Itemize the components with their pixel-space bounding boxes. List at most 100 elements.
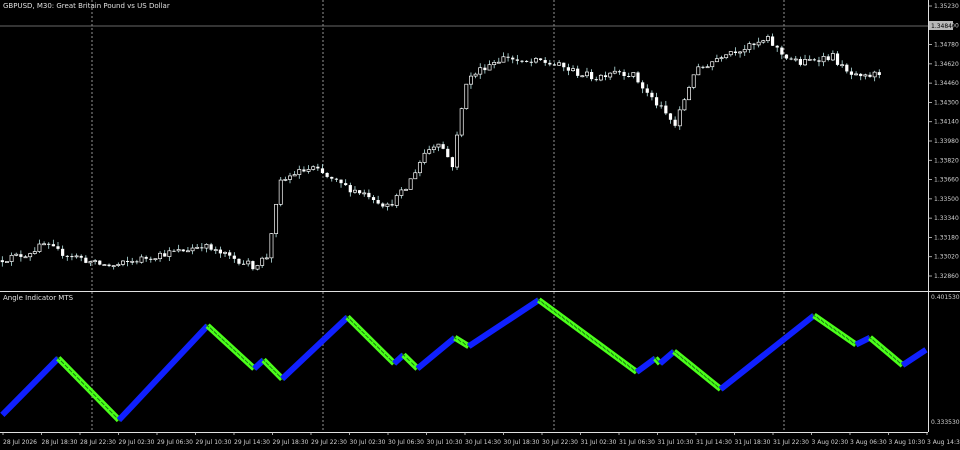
candle-body-up (738, 51, 743, 54)
candle-body-down (664, 105, 668, 114)
time-axis-label: 3 Aug 14:30 (927, 439, 960, 446)
candle-body-down (19, 254, 23, 257)
candle-body-down (645, 88, 649, 93)
price-axis-label: 1.35230 (934, 3, 959, 10)
candle-body-down (627, 76, 631, 78)
candle-body-down (339, 179, 343, 184)
candle-body-up (719, 57, 724, 60)
time-axis-label: 31 Jul 06:30 (619, 439, 655, 446)
time-axis-label: 29 Jul 10:30 (196, 439, 232, 446)
candle-body-down (325, 173, 329, 177)
candle-body-up (487, 64, 492, 71)
candle-body-down (622, 71, 626, 77)
candle-body-down (817, 60, 821, 62)
candle-body-down (320, 168, 325, 174)
candle-body-up (455, 134, 459, 168)
time-axis-label: 31 Jul 18:30 (735, 439, 771, 446)
candle-body-down (835, 53, 840, 65)
candle-body-up (88, 261, 93, 264)
candle-body-down (79, 255, 83, 258)
candle-body-down (316, 166, 320, 169)
candle-body-down (733, 51, 738, 54)
candle-body-down (0, 260, 4, 263)
time-axis-label: 31 Jul 10:30 (658, 439, 694, 446)
candle-body-up (246, 260, 251, 265)
time-axis-label: 30 Jul 14:30 (465, 439, 501, 446)
candle-body-down (548, 62, 552, 65)
candle-body-up (682, 99, 687, 111)
candle-body-up (404, 189, 408, 191)
candle-body-down (358, 190, 362, 194)
candle-body-down (483, 67, 487, 71)
candle-body-up (571, 68, 575, 72)
candle-body-up (427, 149, 432, 154)
candle-body-down (650, 92, 654, 98)
candle-body-up (195, 246, 200, 249)
candle-body-down (237, 258, 241, 264)
candle-body-up (464, 83, 469, 109)
candle-body-down (65, 255, 69, 257)
price-axis-label: 1.33660 (934, 177, 959, 184)
candle-body-up (747, 43, 752, 50)
candle-body-up (353, 189, 357, 193)
time-axis-label: 30 Jul 18:30 (504, 439, 540, 446)
candle-body-down (149, 258, 153, 260)
candle-body-up (728, 51, 733, 56)
candle-body-down (668, 113, 673, 120)
candle-body-up (288, 175, 292, 180)
candle-body-down (302, 169, 306, 172)
price-axis-label: 1.33820 (934, 157, 959, 164)
candle-body-down (845, 64, 849, 72)
candle-body-up (765, 36, 770, 42)
candle-body-down (877, 72, 881, 76)
candle-body-up (37, 243, 42, 252)
candle-body-down (371, 197, 376, 201)
candle-body-down (126, 260, 130, 262)
candle-body-up (821, 56, 826, 63)
candle-body-down (812, 59, 816, 61)
candle-body-up (255, 265, 260, 270)
candle-body-down (859, 73, 863, 77)
candle-body-down (344, 183, 348, 186)
mt-chart[interactable]: GBPUSD, M30: Great Britain Pound vs US D… (0, 0, 960, 450)
candle-body-up (102, 264, 107, 266)
candle-body-up (274, 203, 279, 234)
candle-body-up (223, 251, 227, 254)
candle-body-up (691, 74, 696, 88)
time-axis-label: 29 Jul 18:30 (273, 439, 309, 446)
time-axis-label: 31 Jul 02:30 (581, 439, 617, 446)
candle-body-down (209, 244, 213, 250)
candle-body-down (348, 185, 352, 193)
candle-body-up (580, 75, 585, 78)
candle-body-down (242, 263, 246, 265)
candle-body-up (264, 257, 269, 260)
candle-body-down (107, 264, 111, 267)
candle-body-up (111, 265, 116, 267)
candle-body-down (228, 252, 232, 256)
time-axis-label: 30 Jul 10:30 (427, 439, 463, 446)
candle-body-up (394, 195, 399, 206)
candle-body-up (807, 58, 812, 61)
candle-body-down (172, 250, 176, 252)
candle-body-up (469, 75, 473, 85)
candle-body-down (659, 105, 663, 107)
candle-body-up (473, 73, 478, 77)
candle-body-down (789, 58, 793, 60)
price-axis-label: 1.34300 (934, 99, 959, 106)
candle-body-up (362, 192, 367, 195)
candle-body-up (153, 258, 158, 261)
candle-body-down (515, 59, 519, 61)
candle-body-up (121, 260, 125, 265)
time-axis-label: 29 Jul 02:30 (119, 439, 155, 446)
candle-body-up (5, 261, 9, 263)
candle-body-up (130, 260, 135, 263)
candle-body-down (367, 192, 371, 198)
candle-body-up (492, 61, 497, 66)
candle-body-up (93, 260, 98, 262)
candle-body-up (158, 252, 163, 260)
candle-body-up (803, 59, 807, 66)
candle-body-down (552, 64, 557, 66)
candle-body-down (56, 246, 60, 249)
candle-body-up (204, 243, 209, 249)
candle-body-up (496, 61, 501, 64)
